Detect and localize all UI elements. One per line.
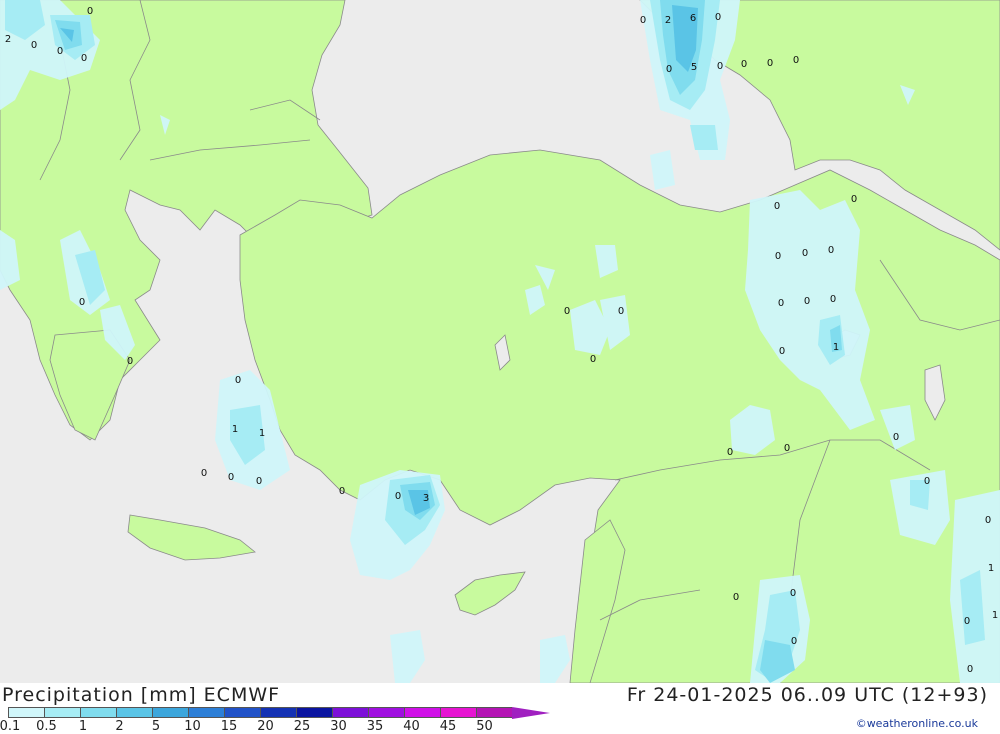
color-scale <box>8 707 550 719</box>
station-value: 0 <box>924 476 930 487</box>
map-title: Precipitation [mm] ECMWF <box>2 684 281 706</box>
scale-swatch <box>296 707 332 718</box>
scale-arrow <box>512 707 550 719</box>
scale-swatch <box>152 707 188 718</box>
scale-swatch <box>44 707 80 718</box>
station-value: 0 <box>804 296 810 307</box>
scale-swatch <box>368 707 404 718</box>
station-value: 0 <box>717 61 723 72</box>
station-value: 0 <box>31 40 37 51</box>
station-value: 0 <box>967 664 973 675</box>
scale-tick-label: 25 <box>293 719 311 734</box>
station-value: 5 <box>691 62 697 73</box>
station-value: 0 <box>830 294 836 305</box>
scale-swatch <box>476 707 512 718</box>
station-value: 0 <box>228 472 234 483</box>
station-value: 0 <box>767 58 773 69</box>
scale-swatch <box>116 707 152 718</box>
station-value: 0 <box>395 491 401 502</box>
scale-swatch <box>188 707 224 718</box>
scale-swatch <box>224 707 260 718</box>
scale-tick-label: 50 <box>476 719 493 734</box>
scale-tick-label: 0.1 <box>0 719 21 734</box>
station-value: 0 <box>985 515 991 526</box>
scale-tick-label: 15 <box>220 719 238 734</box>
scale-tick-label: 5 <box>151 719 161 734</box>
station-value: 1 <box>992 610 998 621</box>
station-value: 1 <box>833 342 839 353</box>
station-value: 3 <box>423 493 429 504</box>
scale-swatch <box>440 707 476 718</box>
station-value: 0 <box>828 245 834 256</box>
station-value: 0 <box>784 443 790 454</box>
station-value: 6 <box>690 13 696 24</box>
station-value: 0 <box>618 306 624 317</box>
station-value: 0 <box>127 356 133 367</box>
station-value: 0 <box>640 15 646 26</box>
station-value: 1 <box>988 563 994 574</box>
scale-tick-label: 10 <box>184 719 201 734</box>
precipitation-map: 0 2 0 0 0 0 2 6 0 0 5 0 0 0 0 0 0 0 0 0 0 0 0 1 0 0 0 0 0 0 0 1 1 0 0 0 0 0 3 0… <box>0 0 1000 683</box>
scale-swatch <box>260 707 296 718</box>
scale-tick-label: 30 <box>330 719 347 734</box>
station-value: 2 <box>665 15 671 26</box>
scale-tick-label: 1 <box>78 719 88 734</box>
station-value: 0 <box>774 201 780 212</box>
scale-swatch <box>80 707 116 718</box>
scale-tick-label: 45 <box>439 719 457 734</box>
station-value: 1 <box>232 424 238 435</box>
station-value: 0 <box>79 297 85 308</box>
station-value: 0 <box>339 486 345 497</box>
station-value: 0 <box>741 59 747 70</box>
station-value: 0 <box>727 447 733 458</box>
valid-time: Fr 24-01-2025 06..09 UTC (12+93) <box>626 684 988 706</box>
station-value: 0 <box>893 432 899 443</box>
station-value: 0 <box>201 468 207 479</box>
station-value: 0 <box>733 592 739 603</box>
scale-tick-label: 2 <box>115 719 124 734</box>
station-value: 0 <box>590 354 596 365</box>
station-value: 0 <box>779 346 785 357</box>
station-value: 0 <box>256 476 262 487</box>
station-value: 0 <box>802 248 808 259</box>
station-value: 2 <box>5 34 11 45</box>
scale-ticks: 0.1 0.5 1 2 5 10 15 20 25 30 35 40 45 50 <box>0 719 520 734</box>
station-value: 0 <box>775 251 781 262</box>
station-value: 0 <box>564 306 570 317</box>
station-value: 0 <box>235 375 241 386</box>
station-value: 1 <box>259 428 265 439</box>
station-value: 0 <box>790 588 796 599</box>
scale-tick-label: 40 <box>403 719 420 734</box>
scale-swatch <box>8 707 44 718</box>
scale-tick-label: 0.5 <box>36 719 57 734</box>
station-value: 0 <box>81 53 87 64</box>
station-value: 0 <box>793 55 799 66</box>
footer: Precipitation [mm] ECMWF Fr 24-01-2025 0… <box>0 683 1000 734</box>
station-value: 0 <box>791 636 797 647</box>
station-value: 0 <box>87 6 93 17</box>
station-value: 0 <box>778 298 784 309</box>
scale-tick-label: 35 <box>366 719 384 734</box>
station-value: 0 <box>666 64 672 75</box>
scale-swatch <box>332 707 368 718</box>
station-value: 0 <box>57 46 63 57</box>
credit-link[interactable]: ©weatheronline.co.uk <box>856 717 978 730</box>
station-value: 0 <box>715 12 721 23</box>
scale-swatch <box>404 707 440 718</box>
station-value: 0 <box>851 194 857 205</box>
scale-tick-label: 20 <box>257 719 274 734</box>
station-value: 0 <box>964 616 970 627</box>
